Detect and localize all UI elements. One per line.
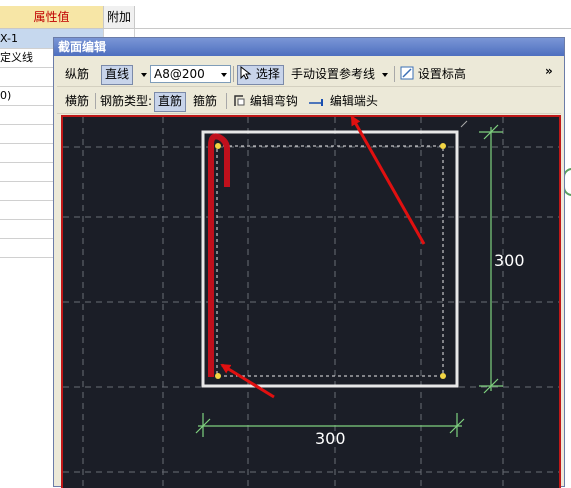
cursor-arrow-icon bbox=[240, 65, 252, 80]
stirrup-button[interactable]: 箍筋 bbox=[193, 92, 217, 110]
grid-header: 属性值 附加 bbox=[0, 6, 571, 29]
rebar-type-label: 钢筋类型: bbox=[100, 94, 153, 108]
edit-hook-label: 编辑弯钩 bbox=[249, 94, 298, 108]
header-extra[interactable]: 附加 bbox=[104, 6, 135, 29]
horizontal-dimension-label[interactable]: 300 bbox=[315, 429, 346, 448]
spec-select[interactable]: A8@200 bbox=[150, 65, 231, 83]
end-head-icon bbox=[309, 99, 323, 106]
header-blank bbox=[135, 6, 571, 29]
hook-icon bbox=[234, 95, 245, 106]
edit-hook-button[interactable]: 编辑弯钩 bbox=[232, 92, 298, 110]
toolbar-transverse: 横筋 钢筋类型: 直筋 箍筋 编辑弯钩 编辑端头 bbox=[57, 89, 561, 114]
corner-point[interactable] bbox=[215, 373, 221, 379]
elevation-icon bbox=[400, 66, 414, 80]
edit-end-label: 编辑端头 bbox=[329, 94, 378, 108]
line-mode-dropdown-icon[interactable] bbox=[141, 65, 147, 83]
toolbar-divider bbox=[394, 66, 395, 82]
set-elevation-label: 设置标高 bbox=[417, 67, 466, 81]
rebar-with-hook[interactable] bbox=[208, 133, 230, 377]
dialog-titlebar[interactable]: 截面编辑 bbox=[54, 38, 564, 56]
section-canvas[interactable]: 300 300 bbox=[61, 115, 561, 488]
overflow-chevron-icon[interactable]: » bbox=[545, 64, 553, 78]
edit-end-button[interactable]: 编辑端头 bbox=[308, 92, 378, 110]
corner-point[interactable] bbox=[440, 143, 446, 149]
section-outline bbox=[201, 130, 459, 388]
ref-line-button[interactable]: 手动设置参考线 bbox=[291, 65, 375, 83]
transverse-rebar-label: 横筋 bbox=[65, 94, 90, 108]
corner-marker bbox=[460, 120, 468, 128]
canvas-grid bbox=[63, 117, 559, 488]
select-label: 选择 bbox=[255, 67, 280, 81]
longitudinal-rebar-label: 纵筋 bbox=[65, 67, 90, 81]
chevron-down-icon bbox=[221, 66, 227, 82]
vertical-dimension-label[interactable]: 300 bbox=[494, 251, 525, 270]
toolbar-divider bbox=[226, 93, 227, 109]
line-mode-button[interactable]: 直线 bbox=[101, 65, 134, 85]
corner-point[interactable] bbox=[440, 373, 446, 379]
toolbar-divider bbox=[233, 66, 234, 82]
corner-point[interactable] bbox=[215, 143, 221, 149]
section-drawing bbox=[63, 117, 559, 488]
section-edit-dialog: 截面编辑 纵筋 直线 A8@200 选择 手动设置参考线 设置标高 » 横筋 钢… bbox=[53, 37, 565, 488]
select-button[interactable]: 选择 bbox=[237, 65, 284, 85]
toolbar-longitudinal: 纵筋 直线 A8@200 选择 手动设置参考线 设置标高 » bbox=[57, 62, 561, 87]
header-property-value[interactable]: 属性值 bbox=[0, 6, 104, 29]
straight-rebar-button[interactable]: 直筋 bbox=[154, 92, 187, 112]
spec-value: A8@200 bbox=[154, 67, 205, 81]
dialog-title: 截面编辑 bbox=[58, 40, 107, 54]
toolbar-divider bbox=[95, 93, 96, 109]
rebar-guide-line[interactable] bbox=[216, 145, 444, 377]
set-elevation-button[interactable]: 设置标高 bbox=[400, 65, 466, 83]
ref-line-dropdown-icon[interactable] bbox=[382, 65, 388, 83]
